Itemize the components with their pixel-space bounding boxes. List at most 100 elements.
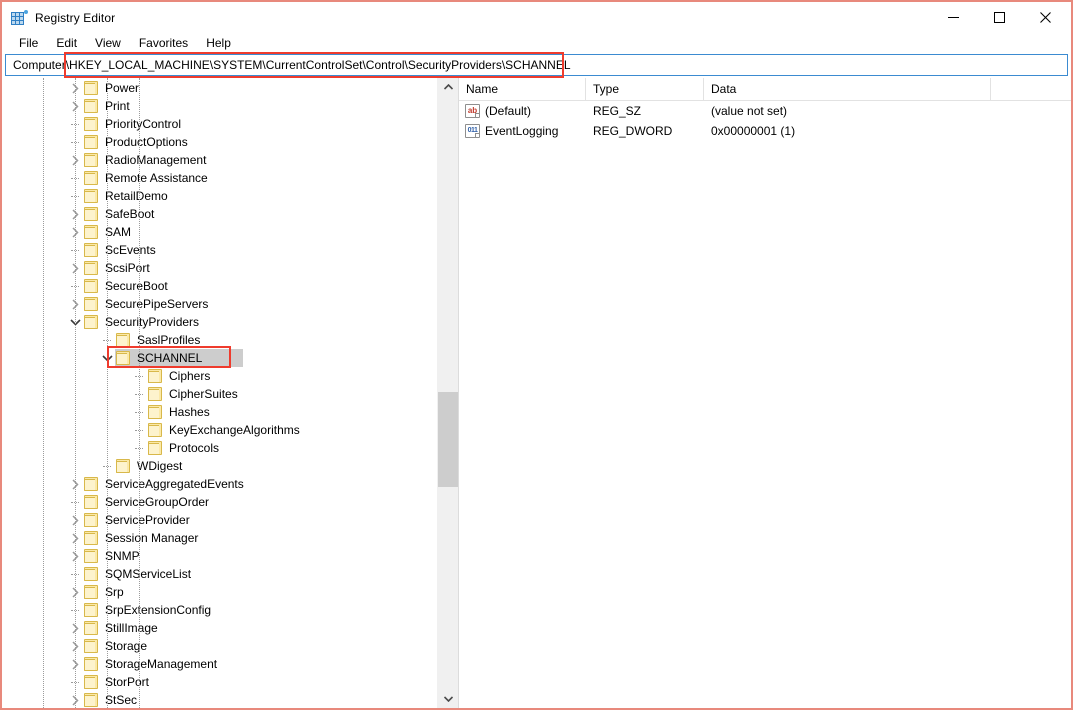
tree-item[interactable]: RetailDemo xyxy=(2,187,436,205)
registry-editor-window: Registry Editor File Edit View Favorites… xyxy=(0,0,1073,710)
tree-item-label: WDigest xyxy=(137,459,183,473)
column-header-name[interactable]: Name xyxy=(459,78,586,101)
tree-item-label: ProductOptions xyxy=(105,135,188,149)
folder-icon xyxy=(83,99,100,113)
tree-item[interactable]: Print xyxy=(2,97,436,115)
address-input[interactable]: Computer\ HKEY_LOCAL_MACHINE\SYSTEM\Curre… xyxy=(5,54,1068,76)
tree-guide-line xyxy=(107,78,108,708)
tree-item[interactable]: StorPort xyxy=(2,673,436,691)
folder-icon xyxy=(83,189,100,203)
tree-item-label: PriorityControl xyxy=(105,117,182,131)
maximize-button[interactable] xyxy=(976,2,1022,32)
tree-item-label: SQMServiceList xyxy=(105,567,192,581)
tree-scrollbar[interactable] xyxy=(436,78,458,708)
menu-favorites[interactable]: Favorites xyxy=(130,35,197,52)
folder-icon xyxy=(115,459,132,473)
tree-item[interactable]: RadioManagement xyxy=(2,151,436,169)
tree-item-label: Srp xyxy=(105,585,124,599)
folder-icon xyxy=(83,693,100,707)
tree-item-label: Remote Assistance xyxy=(105,171,208,185)
folder-icon xyxy=(83,531,100,545)
folder-icon xyxy=(83,297,100,311)
tree-item[interactable]: Hashes xyxy=(2,403,436,421)
tree-item-label: SecurePipeServers xyxy=(105,297,209,311)
value-row[interactable]: ab (Default) REG_SZ (value not set) xyxy=(459,101,1071,121)
tree-item[interactable]: SQMServiceList xyxy=(2,565,436,583)
registry-tree: Power Print PriorityControl ProductOptions R… xyxy=(2,78,436,708)
tree-item[interactable]: ServiceGroupOrder xyxy=(2,493,436,511)
tree-item[interactable]: Ciphers xyxy=(2,367,436,385)
column-header-filler xyxy=(991,78,1071,101)
tree-item[interactable]: StillImage xyxy=(2,619,436,637)
chevron-down-icon[interactable] xyxy=(99,350,115,366)
tree-guide-line xyxy=(139,78,140,708)
value-name: EventLogging xyxy=(485,124,559,138)
tree-item[interactable]: PriorityControl xyxy=(2,115,436,133)
tree-item[interactable]: SrpExtensionConfig xyxy=(2,601,436,619)
tree-scrollbar-thumb[interactable] xyxy=(438,392,458,487)
folder-icon xyxy=(147,441,164,455)
tree-item[interactable]: CipherSuites xyxy=(2,385,436,403)
tree-item[interactable]: Protocols xyxy=(2,439,436,457)
folder-icon xyxy=(83,639,100,653)
folder-icon xyxy=(115,351,132,365)
tree-item[interactable]: ProductOptions xyxy=(2,133,436,151)
value-row[interactable]: 011 EventLogging REG_DWORD 0x00000001 (1) xyxy=(459,121,1071,141)
menu-help[interactable]: Help xyxy=(197,35,240,52)
close-button[interactable] xyxy=(1022,2,1068,32)
registry-editor-icon xyxy=(11,9,28,26)
column-header-type[interactable]: Type xyxy=(586,78,704,101)
menu-file[interactable]: File xyxy=(10,35,47,52)
value-type: REG_DWORD xyxy=(593,124,673,138)
reg-dword-icon: 011 xyxy=(465,124,480,138)
tree-item[interactable]: Storage xyxy=(2,637,436,655)
tree-item[interactable]: ScsiPort xyxy=(2,259,436,277)
tree-item[interactable]: KeyExchangeAlgorithms xyxy=(2,421,436,439)
tree-item-label: SaslProfiles xyxy=(137,333,201,347)
tree-item[interactable]: ScEvents xyxy=(2,241,436,259)
folder-icon xyxy=(83,207,100,221)
menu-view[interactable]: View xyxy=(86,35,130,52)
tree-item-selected[interactable]: SCHANNEL xyxy=(2,349,436,367)
menu-edit[interactable]: Edit xyxy=(47,35,86,52)
tree-item[interactable]: SecureBoot xyxy=(2,277,436,295)
folder-icon xyxy=(83,315,100,329)
tree-item[interactable]: Power xyxy=(2,79,436,97)
reg-sz-icon: ab xyxy=(465,104,480,118)
folder-icon xyxy=(83,675,100,689)
tree-item-label: Hashes xyxy=(169,405,210,419)
tree-item-label: RadioManagement xyxy=(105,153,207,167)
tree-item[interactable]: SAM xyxy=(2,223,436,241)
folder-icon xyxy=(147,369,164,383)
minimize-button[interactable] xyxy=(930,2,976,32)
tree-item[interactable]: StSec xyxy=(2,691,436,708)
tree-item[interactable]: Srp xyxy=(2,583,436,601)
tree-item[interactable]: ServiceAggregatedEvents xyxy=(2,475,436,493)
tree-item[interactable]: SecurePipeServers xyxy=(2,295,436,313)
folder-icon xyxy=(83,225,100,239)
tree-item[interactable]: SaslProfiles xyxy=(2,331,436,349)
address-path: HKEY_LOCAL_MACHINE\SYSTEM\CurrentControl… xyxy=(69,58,571,72)
tree-item-label: StorPort xyxy=(105,675,150,689)
folder-icon xyxy=(115,333,132,347)
tree-item-label: SafeBoot xyxy=(105,207,155,221)
tree-item[interactable]: Session Manager xyxy=(2,529,436,547)
tree-item-label: Print xyxy=(105,99,130,113)
tree-item[interactable]: SecurityProviders xyxy=(2,313,436,331)
folder-icon xyxy=(83,135,100,149)
column-header-data[interactable]: Data xyxy=(704,78,991,101)
folder-icon xyxy=(83,621,100,635)
chevron-up-icon[interactable] xyxy=(437,78,458,96)
value-data: 0x00000001 (1) xyxy=(711,124,796,138)
folder-icon xyxy=(83,585,100,599)
tree-item-label: Ciphers xyxy=(169,369,211,383)
folder-icon xyxy=(83,171,100,185)
chevron-down-icon[interactable] xyxy=(437,690,458,708)
tree-item[interactable]: SafeBoot xyxy=(2,205,436,223)
tree-item[interactable]: Remote Assistance xyxy=(2,169,436,187)
tree-item[interactable]: StorageManagement xyxy=(2,655,436,673)
tree-item[interactable]: WDigest xyxy=(2,457,436,475)
tree-item[interactable]: ServiceProvider xyxy=(2,511,436,529)
tree-item-label: Protocols xyxy=(169,441,220,455)
tree-item[interactable]: SNMP xyxy=(2,547,436,565)
